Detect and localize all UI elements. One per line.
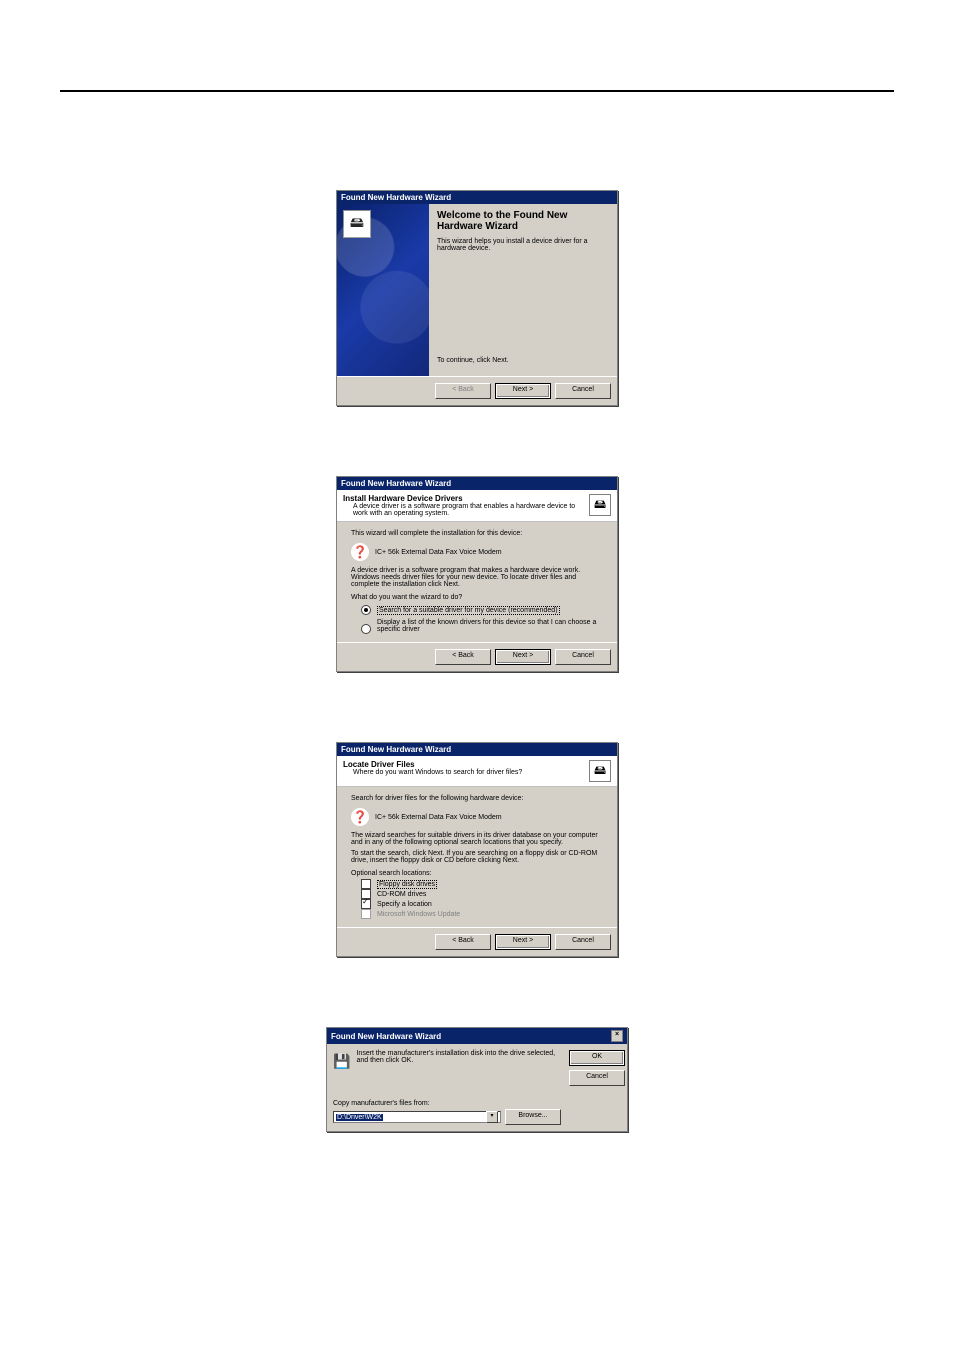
hardware-icon: 🖴 xyxy=(589,760,611,782)
check-cdrom-label[interactable]: CD-ROM drives xyxy=(377,891,426,898)
wizard-intro: This wizard helps you install a device d… xyxy=(437,238,609,252)
prompt: What do you want the wizard to do? xyxy=(351,594,603,601)
page-subtitle: A device driver is a software program th… xyxy=(343,503,583,517)
cancel-button[interactable]: Cancel xyxy=(555,383,611,399)
hardware-icon: 🖴 xyxy=(343,210,371,238)
cancel-button[interactable]: Cancel xyxy=(569,1070,625,1086)
heading-line2: Hardware Wizard xyxy=(437,221,518,232)
header-rule xyxy=(60,90,894,92)
path-value: D:\Driver\W2K xyxy=(336,1114,383,1121)
titlebar: Found New Hardware Wizard xyxy=(337,191,617,204)
window-title: Found New Hardware Wizard xyxy=(341,479,451,488)
window-title: Found New Hardware Wizard xyxy=(331,1032,441,1041)
next-button[interactable]: Next > xyxy=(495,934,551,950)
device-icon: ❓ xyxy=(351,808,369,826)
titlebar: Found New Hardware Wizard × xyxy=(327,1028,627,1044)
radio-search-label[interactable]: Search for a suitable driver for my devi… xyxy=(377,606,560,615)
path-combobox[interactable]: D:\Driver\W2K ▾ xyxy=(333,1111,501,1123)
wizard-heading: Welcome to the Found New Hardware Wizard xyxy=(437,210,609,232)
check-floppy[interactable] xyxy=(361,879,371,889)
check-specify[interactable] xyxy=(361,899,371,909)
titlebar: Found New Hardware Wizard xyxy=(337,477,617,490)
check-windows-update-label: Microsoft Windows Update xyxy=(377,911,460,918)
window-title: Found New Hardware Wizard xyxy=(341,193,451,202)
disk-icon: 💾 xyxy=(333,1050,350,1072)
back-button: < Back xyxy=(435,383,491,399)
dialog-message: Insert the manufacturer's installation d… xyxy=(356,1050,561,1064)
insert-disk-dialog: Found New Hardware Wizard × 💾 Insert the… xyxy=(326,1027,628,1132)
intro-line: Search for driver files for the followin… xyxy=(351,795,603,802)
wizard-banner: 🖴 xyxy=(337,204,429,376)
explanation: A device driver is a software program th… xyxy=(351,567,603,588)
back-button[interactable]: < Back xyxy=(435,649,491,665)
wizard-install-drivers-window: Found New Hardware Wizard Install Hardwa… xyxy=(336,476,618,672)
browse-button[interactable]: Browse... xyxy=(505,1109,561,1125)
chevron-down-icon[interactable]: ▾ xyxy=(486,1111,498,1123)
explanation-1: The wizard searches for suitable drivers… xyxy=(351,832,603,846)
device-name: IC+ 56k External Data Fax Voice Modem xyxy=(375,549,502,556)
check-floppy-label[interactable]: Floppy disk drives xyxy=(377,880,437,889)
wizard-welcome-window: Found New Hardware Wizard 🖴 Welcome to t… xyxy=(336,190,618,406)
close-icon[interactable]: × xyxy=(611,1030,623,1042)
hardware-icon: 🖴 xyxy=(589,494,611,516)
radio-display-list[interactable] xyxy=(361,624,371,634)
radio-display-list-label[interactable]: Display a list of the known drivers for … xyxy=(377,619,597,633)
explanation-2: To start the search, click Next. If you … xyxy=(351,850,603,864)
ok-button[interactable]: OK xyxy=(569,1050,625,1066)
options-label: Optional search locations: xyxy=(351,870,603,877)
cancel-button[interactable]: Cancel xyxy=(555,649,611,665)
check-specify-label[interactable]: Specify a location xyxy=(377,901,432,908)
next-button[interactable]: Next > xyxy=(495,383,551,399)
titlebar: Found New Hardware Wizard xyxy=(337,743,617,756)
copy-from-label: Copy manufacturer's files from: xyxy=(333,1100,561,1107)
cancel-button[interactable]: Cancel xyxy=(555,934,611,950)
intro-line: This wizard will complete the installati… xyxy=(351,530,603,537)
radio-search[interactable] xyxy=(361,605,371,615)
window-title: Found New Hardware Wizard xyxy=(341,745,451,754)
device-icon: ❓ xyxy=(351,543,369,561)
page-title: Locate Driver Files xyxy=(343,760,583,769)
heading-line1: Welcome to the Found New xyxy=(437,210,567,221)
check-windows-update xyxy=(361,909,371,919)
back-button[interactable]: < Back xyxy=(435,934,491,950)
wizard-locate-files-window: Found New Hardware Wizard Locate Driver … xyxy=(336,742,618,957)
continue-hint: To continue, click Next. xyxy=(437,357,609,364)
device-name: IC+ 56k External Data Fax Voice Modem xyxy=(375,814,502,821)
next-button[interactable]: Next > xyxy=(495,649,551,665)
page-title: Install Hardware Device Drivers xyxy=(343,494,583,503)
page-subtitle: Where do you want Windows to search for … xyxy=(343,769,583,776)
